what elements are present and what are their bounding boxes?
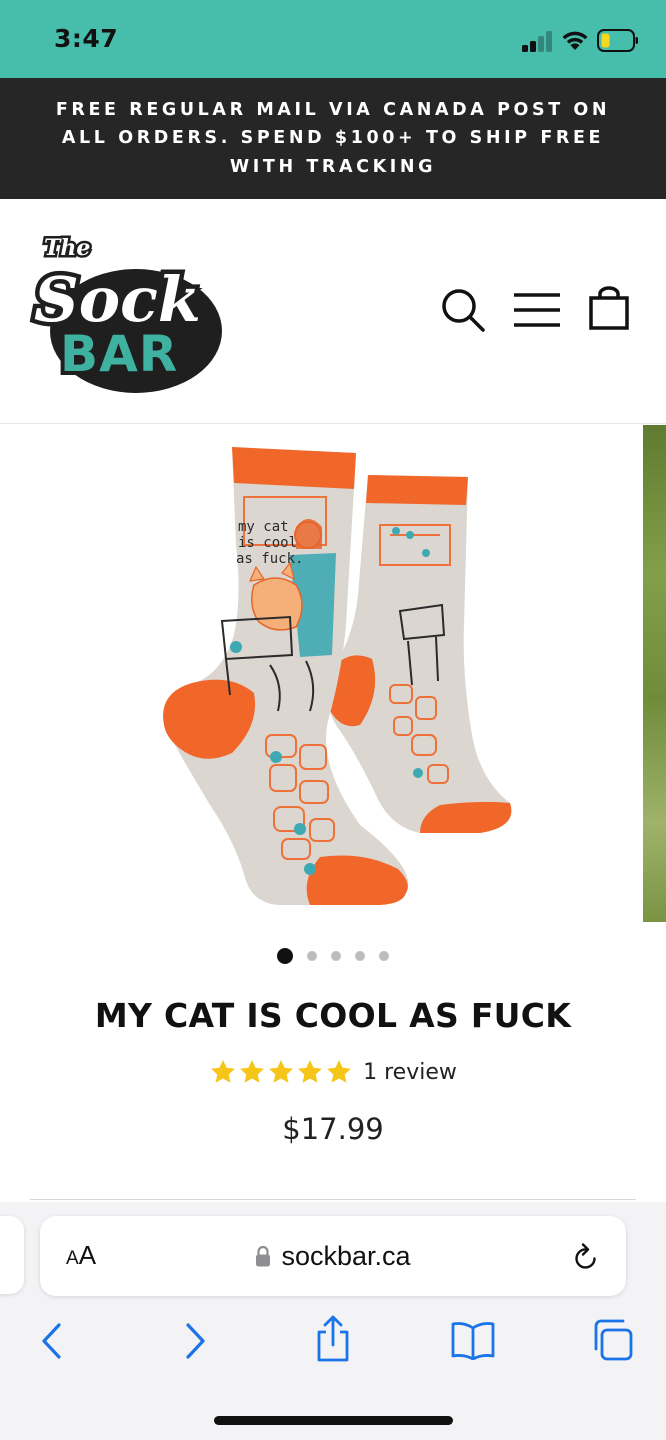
wifi-icon	[562, 31, 588, 50]
sock-text-line-1: my cat	[238, 519, 289, 535]
site-header: The Sock BAR	[0, 199, 666, 424]
shopping-bag-icon[interactable]	[588, 285, 630, 331]
url-display[interactable]: sockbar.ca	[40, 1216, 626, 1296]
battery-icon	[597, 29, 638, 52]
star-icon	[298, 1060, 323, 1083]
carousel-dot-2[interactable]	[307, 951, 317, 961]
star-icon	[327, 1060, 352, 1083]
carousel-dot-4[interactable]	[355, 951, 365, 961]
product-rating[interactable]: 1 review	[0, 1058, 666, 1086]
product-price: $17.99	[282, 1112, 384, 1146]
reload-icon[interactable]	[572, 1242, 600, 1272]
next-product-image-peek[interactable]	[643, 425, 666, 922]
carousel-dot-5[interactable]	[379, 951, 389, 961]
tabs-icon[interactable]	[590, 1318, 634, 1362]
status-bar: 3:47	[0, 0, 666, 78]
share-icon[interactable]	[314, 1314, 352, 1364]
promo-text: FREE REGULAR MAIL VIA CANADA POST ON ALL…	[55, 99, 611, 177]
product-title: MY CAT IS COOL AS FUCK	[94, 996, 572, 1035]
forward-icon[interactable]	[181, 1318, 209, 1364]
carousel-dots	[0, 945, 666, 967]
divider	[30, 1199, 636, 1200]
sock-text-line-3: as fuck.	[236, 551, 303, 567]
promo-banner: FREE REGULAR MAIL VIA CANADA POST ON ALL…	[0, 78, 666, 199]
carousel-dot-3[interactable]	[331, 951, 341, 961]
review-count[interactable]: 1 review	[363, 1060, 457, 1085]
cellular-signal-icon	[522, 30, 554, 52]
status-time: 3:47	[54, 24, 119, 53]
bookmarks-icon[interactable]	[450, 1320, 496, 1360]
back-icon[interactable]	[38, 1318, 66, 1364]
star-icon	[240, 1060, 265, 1083]
product-gallery[interactable]: my cat is cool as fuck.	[0, 425, 666, 930]
previous-tab-peek[interactable]	[0, 1216, 24, 1294]
logo-the-text: The	[44, 235, 90, 261]
address-bar[interactable]: AA sockbar.ca	[40, 1216, 626, 1296]
product-image-socks[interactable]: my cat is cool as fuck.	[150, 435, 520, 915]
star-icon	[269, 1060, 294, 1083]
star-icon	[211, 1060, 236, 1083]
sock-bar-logo[interactable]: The Sock BAR	[26, 229, 232, 397]
star-rating	[209, 1058, 353, 1086]
url-text[interactable]: sockbar.ca	[281, 1241, 410, 1272]
sock-text-line-2: is cool	[238, 535, 297, 551]
search-icon[interactable]	[440, 287, 486, 333]
lock-icon	[256, 1245, 271, 1267]
menu-icon[interactable]	[512, 291, 562, 329]
logo-bar-text: BAR	[60, 325, 178, 383]
home-indicator[interactable]	[214, 1416, 453, 1425]
carousel-dot-1[interactable]	[277, 948, 293, 964]
